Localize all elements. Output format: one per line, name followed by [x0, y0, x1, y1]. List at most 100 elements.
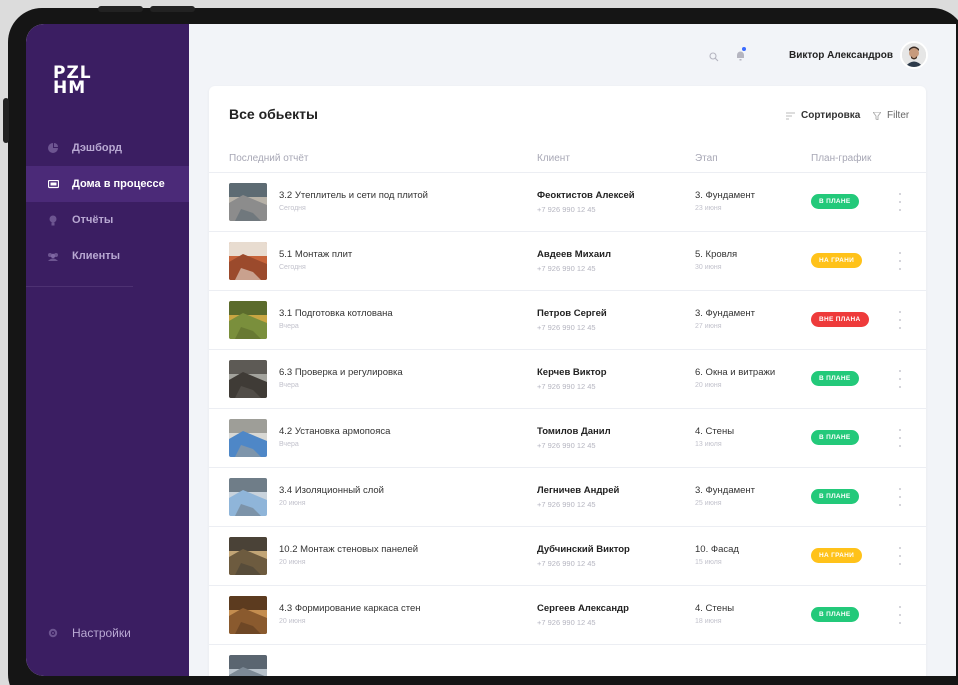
report-title[interactable]: 10.2 Монтаж стеновых панелей [279, 544, 418, 555]
report-date: Сегодня [279, 205, 306, 212]
bulb-icon [46, 213, 60, 227]
user-name[interactable]: Виктор Александров [789, 50, 893, 61]
sidebar-nav: Дэшборд Дома в процессе Отчёты Клиенты [26, 130, 189, 287]
sidebar-item-label: Дома в процессе [72, 178, 165, 190]
client-phone: +7 926 990 12 45 [537, 382, 596, 391]
report-date: 20 июня [279, 500, 306, 507]
report-date: Сегодня [279, 264, 306, 271]
more-options-icon[interactable] [897, 606, 903, 624]
report-date: 20 июня [279, 618, 306, 625]
settings-label: Настройки [72, 626, 131, 640]
more-options-icon[interactable] [897, 488, 903, 506]
more-options-icon[interactable] [897, 311, 903, 329]
report-title[interactable]: 4.3 Формирование каркаса стен [279, 603, 421, 614]
sidebar-item-reports[interactable]: Отчёты [26, 202, 189, 238]
table-row[interactable]: 3.1 Подготовка котлована Вчера Петров Серг… [209, 290, 926, 349]
report-date: Вчера [279, 441, 299, 448]
stage-name: 5. Кровля [695, 249, 738, 260]
device-button [3, 98, 9, 143]
client-phone: +7 926 990 12 45 [537, 559, 596, 568]
report-thumbnail[interactable] [229, 596, 267, 634]
report-title[interactable]: 3.2 Утеплитель и сети под плитой [279, 190, 428, 201]
page-title: Все обьекты [229, 106, 318, 122]
stage-name: 4. Стены [695, 426, 735, 437]
table-row[interactable]: 4.2 Установка армопояса Вчера Томилов Дани… [209, 408, 926, 467]
column-header-report[interactable]: Последний отчёт [229, 153, 309, 164]
report-thumbnail[interactable] [229, 655, 267, 676]
sidebar-item-dashboard[interactable]: Дэшборд [26, 130, 189, 166]
column-header-stage[interactable]: Этап [695, 153, 718, 164]
table-row[interactable]: 5.1 Монтаж плит Сегодня Авдеев Михаил +7 92… [209, 231, 926, 290]
sidebar-item-settings[interactable]: Настройки [46, 626, 131, 640]
client-phone: +7 926 990 12 45 [537, 618, 596, 627]
table-row[interactable]: 10.2 Монтаж стеновых панелей 20 июня Дубчи… [209, 526, 926, 585]
stage-name: 6. Окна и витражи [695, 367, 776, 378]
status-badge: НА ГРАНИ [811, 253, 863, 268]
report-thumbnail[interactable] [229, 301, 267, 339]
stage-date: 20 июня [695, 382, 722, 389]
client-name[interactable]: Сергеев Александр [537, 603, 629, 614]
report-title[interactable]: 6.3 Проверка и регулировка [279, 367, 403, 378]
bell-icon[interactable] [736, 47, 746, 66]
report-thumbnail[interactable] [229, 360, 267, 398]
client-name[interactable]: Петров Сергей [537, 308, 607, 319]
status-badge: В ПЛАНЕ [811, 371, 859, 386]
sidebar-item-clients[interactable]: Клиенты [26, 238, 189, 274]
sort-label: Сортировка [801, 110, 861, 121]
client-name[interactable]: Феоктистов Алексей [537, 190, 635, 201]
client-name[interactable]: Дубчинский Виктор [537, 544, 630, 555]
table-row[interactable]: 6.3 Проверка и регулировка Вчера Керчев Ви… [209, 349, 926, 408]
client-phone: +7 926 990 12 45 [537, 264, 596, 273]
report-title[interactable]: 5.1 Монтаж плит [279, 249, 352, 260]
sort-button[interactable]: Сортировка [786, 110, 860, 121]
stage-date: 15 июля [695, 559, 722, 566]
users-icon [46, 249, 60, 263]
report-thumbnail[interactable] [229, 242, 267, 280]
avatar[interactable] [900, 41, 928, 69]
report-title[interactable]: 3.4 Изоляционный слой [279, 485, 384, 496]
report-thumbnail[interactable] [229, 419, 267, 457]
client-name[interactable]: Авдеев Михаил [537, 249, 611, 260]
sort-icon [786, 112, 795, 120]
table-row[interactable]: 4.3 Формирование каркаса стен 20 июня Серг… [209, 585, 926, 644]
report-title[interactable]: 4.2 Установка армопояса [279, 426, 390, 437]
report-title[interactable]: 3.1 Подготовка котлована [279, 308, 393, 319]
report-thumbnail[interactable] [229, 183, 267, 221]
more-options-icon[interactable] [897, 370, 903, 388]
client-name[interactable]: Легничев Андрей [537, 485, 619, 496]
stage-name: 3. Фундамент [695, 308, 756, 319]
table-row[interactable] [209, 644, 926, 676]
device-button [150, 6, 195, 12]
client-name[interactable]: Керчев Виктор [537, 367, 607, 378]
logo[interactable]: PZL HM [53, 65, 92, 98]
more-options-icon[interactable] [897, 429, 903, 447]
stage-date: 13 июля [695, 441, 722, 448]
app-screen: PZL HM Дэшборд Дома в процессе Отчёты Кл… [26, 24, 956, 676]
more-options-icon[interactable] [897, 252, 903, 270]
more-options-icon[interactable] [897, 547, 903, 565]
column-header-plan[interactable]: План-график [811, 153, 871, 164]
report-thumbnail[interactable] [229, 478, 267, 516]
sidebar-divider [26, 286, 133, 287]
client-name[interactable]: Томилов Данил [537, 426, 611, 437]
sidebar-item-houses[interactable]: Дома в процессе [26, 166, 189, 202]
status-badge: ВНЕ ПЛАНА [811, 312, 869, 327]
client-phone: +7 926 990 12 45 [537, 323, 596, 332]
notification-dot [742, 47, 746, 51]
table-row[interactable]: 3.4 Изоляционный слой 20 июня Легничев Анд… [209, 467, 926, 526]
objects-card: Все обьекты Сортировка Filter Последний … [209, 86, 926, 676]
status-badge: В ПЛАНЕ [811, 194, 859, 209]
search-icon[interactable] [709, 49, 719, 67]
column-header-client[interactable]: Клиент [537, 153, 570, 164]
report-thumbnail[interactable] [229, 537, 267, 575]
table-row[interactable]: 3.2 Утеплитель и сети под плитой Сегодня Ф… [209, 172, 926, 231]
monitor-icon [46, 177, 60, 191]
sidebar: PZL HM Дэшборд Дома в процессе Отчёты Кл… [26, 24, 189, 676]
topbar: Виктор Александров [189, 24, 956, 86]
report-date: 20 июня [279, 559, 306, 566]
more-options-icon[interactable] [897, 193, 903, 211]
report-date: Вчера [279, 323, 299, 330]
stage-name: 3. Фундамент [695, 190, 756, 201]
filter-button[interactable]: Filter [873, 110, 909, 121]
logo-line-2: HM [53, 78, 87, 98]
